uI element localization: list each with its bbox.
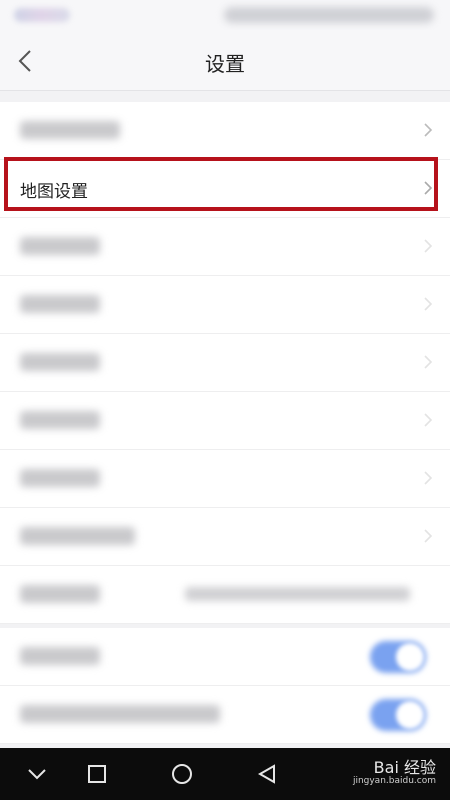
settings-row-blurred-8[interactable] (0, 508, 450, 566)
blurred-label (20, 121, 120, 139)
toggle-row-1 (0, 628, 450, 686)
settings-row-blurred-9[interactable] (0, 566, 450, 624)
settings-row-blurred-5[interactable] (0, 334, 450, 392)
toggle-knob (396, 701, 424, 729)
blurred-label (20, 295, 100, 313)
chevron-down-icon (28, 769, 46, 780)
header-divider (0, 90, 450, 91)
chevron-right-icon (424, 239, 433, 253)
navigation-bar: Bai 经验 jingyan.baidu.com (0, 748, 450, 800)
nav-home-button[interactable] (167, 760, 197, 788)
blurred-label (20, 411, 100, 429)
nav-back-button[interactable] (252, 760, 282, 788)
chevron-right-icon (424, 181, 433, 195)
blurred-label (20, 527, 135, 545)
blurred-label (20, 647, 100, 665)
blurred-label (20, 705, 220, 723)
settings-row-blurred-4[interactable] (0, 276, 450, 334)
settings-row-blurred-6[interactable] (0, 392, 450, 450)
settings-row-blurred-7[interactable] (0, 450, 450, 508)
toggle-section (0, 628, 450, 744)
blurred-label (20, 469, 100, 487)
blurred-value (185, 587, 410, 601)
chevron-right-icon (424, 471, 433, 485)
header: 设置 (0, 30, 450, 90)
blurred-label (20, 585, 100, 603)
chevron-right-icon (424, 355, 433, 369)
settings-list: 地图设置 (0, 102, 450, 624)
chevron-right-icon (424, 413, 433, 427)
settings-row-map-settings[interactable]: 地图设置 (0, 160, 450, 218)
toggle-knob (396, 643, 424, 671)
nav-recents-button[interactable] (82, 760, 112, 788)
chevron-right-icon (424, 123, 433, 137)
blurred-label (20, 237, 100, 255)
watermark-brand: Bai 经验 (373, 758, 436, 777)
status-bar (0, 0, 450, 30)
circle-icon (172, 764, 192, 784)
settings-row-blurred-3[interactable] (0, 218, 450, 276)
status-icons-left (14, 8, 70, 22)
status-icons-right (224, 7, 434, 23)
nav-hide-button[interactable] (22, 760, 52, 788)
chevron-right-icon (424, 297, 433, 311)
chevron-right-icon (424, 529, 433, 543)
map-settings-label: 地图设置 (20, 182, 88, 202)
blurred-label (20, 353, 100, 371)
triangle-back-icon (257, 764, 275, 784)
square-icon (88, 765, 106, 783)
settings-row-blurred-1[interactable] (0, 102, 450, 160)
page-title: 设置 (205, 52, 245, 76)
toggle-row-2 (0, 686, 450, 744)
watermark-url: jingyan.baidu.com (352, 776, 436, 786)
